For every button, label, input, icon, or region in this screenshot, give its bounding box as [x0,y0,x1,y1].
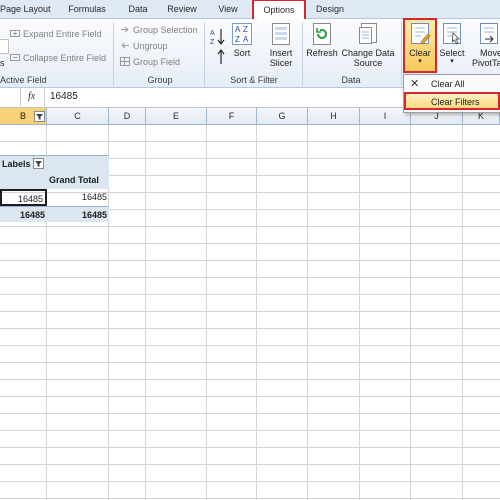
cell-c-value[interactable]: 16485 [47,189,109,206]
worksheet-grid[interactable]: Labels Grand Total 16485 16485 16485 164… [0,125,500,500]
column-header-h[interactable]: H [308,108,360,124]
grand-total-header[interactable]: Grand Total [47,172,109,189]
move-label-2: PivotTa [472,58,500,68]
sort-az-icon[interactable]: AZ [210,27,226,47]
clear-button[interactable]: Clear ▾ [403,18,437,73]
filter-dropdown-icon[interactable] [34,111,45,122]
column-header-e[interactable]: E [146,108,207,124]
group-selection-button[interactable]: Group Selection [120,24,198,37]
pivot-header-cell [47,155,109,172]
refresh-icon [311,22,333,46]
clear-dropdown-menu: ✕ Clear All Clear Filters [403,74,500,113]
column-header-f[interactable]: F [207,108,257,124]
clear-filters-label: Clear Filters [431,97,480,107]
ribbon-tab-bar: Page Layout Formulas Data Review View Op… [0,0,500,21]
group-label-active-field: Active Field [0,75,47,85]
name-box[interactable] [0,88,21,106]
insert-slicer-button[interactable]: Insert Slicer [262,22,300,68]
fx-icon[interactable]: fx [28,91,35,102]
expand-field-button[interactable]: Expand Entire Field [10,28,102,41]
clear-all-icon: ✕ [410,78,420,90]
move-label-1: Move [480,48,500,58]
pivot-header-cell [0,172,47,189]
group-selection-label: Group Selection [133,25,198,35]
svg-text:Z: Z [243,25,248,34]
formula-input[interactable]: 16485 [50,91,78,102]
arrow-left-icon [120,41,130,50]
expand-field-label: Expand Entire Field [23,29,102,39]
move-pivottable-button[interactable]: Move PivotTa [472,22,500,68]
group-field-button[interactable]: Group Field [120,56,180,69]
insert-slicer-label-1: Insert [269,48,293,58]
clear-all-label: Clear All [431,79,465,89]
selected-cell-b[interactable]: 16485 [0,189,47,206]
clear-label: Clear [409,48,431,58]
tab-formulas[interactable]: Formulas [66,0,108,18]
refresh-label: Refresh [306,48,338,58]
svg-text:Z: Z [235,35,240,44]
change-data-source-label-1: Change Data [341,48,395,58]
tab-options[interactable]: Options [252,0,306,21]
grand-total-b[interactable]: 16485 [0,206,47,222]
tab-review[interactable]: Review [165,0,199,18]
grand-total-c[interactable]: 16485 [47,206,109,222]
collapse-field-label: Collapse Entire Field [23,53,107,63]
ungroup-label: Ungroup [133,41,168,51]
group-label-sort-filter: Sort & Filter [230,75,278,85]
sort-label: Sort [233,48,251,58]
ribbon-separator [204,22,205,86]
tab-design[interactable]: Design [310,0,350,18]
refresh-button[interactable]: Refresh [305,22,339,58]
svg-text:A: A [210,30,215,37]
expand-icon [10,29,20,38]
field-settings-button[interactable]: s [0,57,5,70]
column-header-c[interactable]: C [47,108,109,124]
svg-text:A: A [235,25,241,34]
sort-icon: AZZA [231,22,253,46]
move-pivot-icon [478,22,500,46]
change-data-source-label-2: Source [353,58,383,68]
clear-dropdown-arrow-icon: ▾ [418,58,422,65]
tab-page-layout[interactable]: Page Layout [0,0,51,18]
menu-item-clear-filters[interactable]: Clear Filters [404,92,500,110]
insert-slicer-label-2: Slicer [269,58,293,68]
select-button[interactable]: Select ▾ [438,22,466,66]
row-labels-filter-icon[interactable] [33,158,44,169]
select-label: Select [439,48,465,58]
clear-icon [409,22,431,46]
group-label-group: Group [147,75,173,85]
sort-button[interactable]: AZZA Sort [228,22,256,58]
collapse-field-button[interactable]: Collapse Entire Field [10,52,106,65]
group-field-label: Group Field [133,57,181,67]
column-header-d[interactable]: D [109,108,146,124]
group-label-data: Data [341,75,361,85]
collapse-icon [10,53,20,62]
arrow-right-icon [120,25,130,34]
data-source-icon [357,22,379,46]
select-dropdown-arrow-icon: ▾ [450,58,454,65]
svg-text:A: A [243,35,249,44]
ungroup-button[interactable]: Ungroup [120,40,168,53]
column-header-g[interactable]: G [257,108,308,124]
sort-za-icon[interactable] [210,49,226,67]
menu-item-clear-all[interactable]: ✕ Clear All [405,76,499,92]
slicer-icon [270,22,292,46]
select-icon [441,22,463,46]
tab-data[interactable]: Data [124,0,152,18]
field-settings-icon[interactable] [0,39,9,54]
change-data-source-button[interactable]: Change Data Source [340,22,396,68]
formula-divider [44,88,45,106]
tab-view[interactable]: View [214,0,242,18]
svg-text:Z: Z [210,39,215,46]
ribbon-separator [401,22,402,86]
group-field-icon [120,57,130,66]
